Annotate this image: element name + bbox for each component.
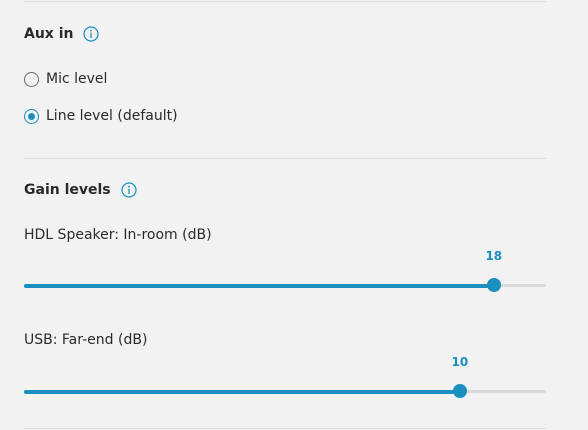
- usb-slider-label: USB: Far-end (dB): [24, 332, 148, 348]
- slider-value: 10: [451, 355, 469, 369]
- radio-button[interactable]: [24, 71, 39, 87]
- section-divider: [24, 158, 546, 159]
- aux-in-title: Aux in: [24, 26, 74, 42]
- radio-label: Mic level: [46, 71, 108, 87]
- radio-label: Line level (default): [46, 108, 178, 124]
- gain-levels-heading: Gain levels: [24, 182, 137, 198]
- radio-mic-level[interactable]: Mic level: [24, 71, 107, 87]
- radio-button-selected[interactable]: [24, 108, 39, 124]
- slider-fill: [24, 390, 460, 394]
- info-icon[interactable]: [121, 182, 137, 198]
- aux-in-heading: Aux in: [24, 26, 100, 42]
- info-icon[interactable]: [83, 26, 100, 42]
- top-divider: [24, 1, 546, 2]
- speaker-gain-slider[interactable]: 18: [24, 249, 546, 295]
- speaker-slider-label: HDL Speaker: In-room (dB): [24, 227, 212, 243]
- bottom-divider: [24, 428, 546, 429]
- slider-thumb[interactable]: [486, 278, 501, 292]
- slider-fill: [24, 284, 494, 288]
- radio-line-level[interactable]: Line level (default): [24, 108, 178, 124]
- slider-thumb[interactable]: [452, 384, 467, 398]
- slider-value: 18: [485, 249, 503, 263]
- gain-levels-title: Gain levels: [24, 182, 111, 198]
- usb-gain-slider[interactable]: 10: [24, 355, 546, 401]
